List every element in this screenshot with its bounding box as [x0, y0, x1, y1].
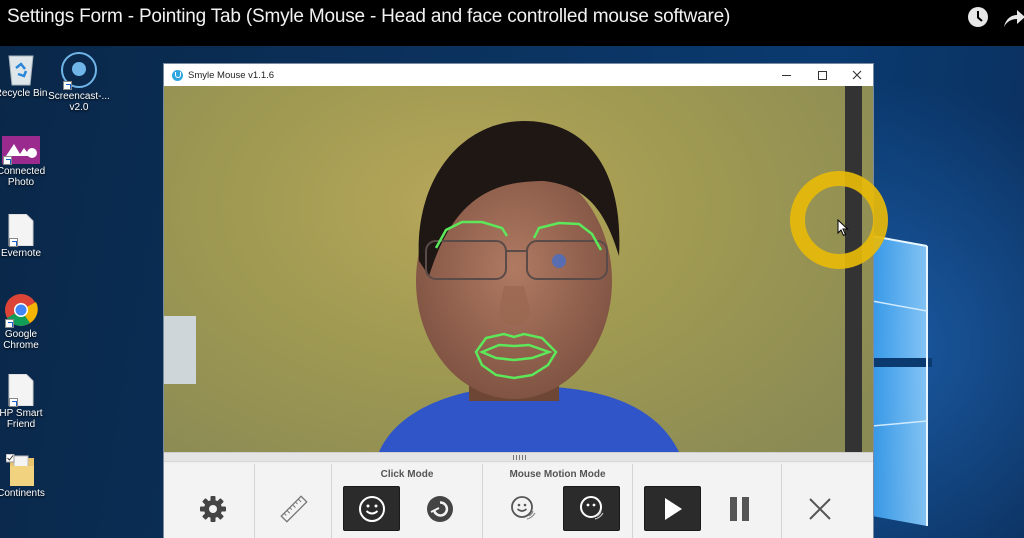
gear-icon: [199, 495, 226, 522]
desktop-icon-google-chrome[interactable]: Google Chrome: [0, 293, 61, 351]
video-title-bar: Settings Form - Pointing Tab (Smyle Mous…: [0, 0, 1024, 46]
video-title: Settings Form - Pointing Tab (Smyle Mous…: [7, 6, 731, 27]
recycle-bin-icon: [8, 55, 34, 86]
play-button[interactable]: [644, 486, 701, 531]
shortcut-arrow-icon: [5, 319, 14, 328]
exit-button[interactable]: [791, 486, 848, 531]
click-mode-section: Click Mode: [332, 464, 483, 538]
desktop-icon-hp-smart-friend[interactable]: HP Smart Friend: [0, 373, 61, 430]
settings-section: [164, 464, 255, 538]
mouse-cursor-icon: [837, 219, 849, 237]
shortcut-arrow-icon: [9, 238, 18, 247]
desktop-icon-connected-photo[interactable]: Connected Photo: [0, 136, 61, 188]
shortcut-arrow-icon: [63, 81, 72, 90]
close-window-button[interactable]: [839, 64, 875, 86]
dwell-icon: [426, 495, 453, 522]
maximize-button[interactable]: [804, 64, 840, 86]
app-logo-icon: [172, 69, 183, 81]
window-title: Smyle Mouse v1.1.6: [188, 69, 275, 81]
smyle-mouse-window: Smyle Mouse v1.1.6 Click Mode Mouse Moti…: [163, 63, 874, 538]
mouse-motion-mode-section: Mouse Motion Mode: [483, 464, 633, 538]
pause-icon: [729, 496, 749, 521]
calibrate-section: [255, 464, 332, 538]
desktop-icon-continents[interactable]: Continents: [0, 453, 61, 499]
screen-edge-strip: [845, 86, 862, 452]
smile-icon: [358, 495, 385, 522]
camera-feed: [164, 86, 873, 452]
camera-image: [164, 86, 862, 452]
shortcut-arrow-icon: [3, 156, 12, 165]
windows-logo: [872, 235, 932, 526]
minimize-icon: [781, 74, 791, 76]
dwell-click-button[interactable]: [411, 486, 468, 531]
panel-splitter[interactable]: [164, 452, 873, 462]
mouse-motion-mode-label: Mouse Motion Mode: [509, 469, 606, 480]
playback-section: [633, 464, 782, 538]
click-mode-label: Click Mode: [380, 469, 434, 480]
close-icon: [808, 497, 831, 520]
settings-button[interactable]: [184, 486, 241, 531]
minimize-button[interactable]: [768, 64, 804, 86]
calibrate-button[interactable]: [265, 486, 322, 531]
maximize-icon: [817, 70, 827, 80]
exit-section: [782, 464, 873, 538]
light-switch: [164, 316, 196, 384]
face-motion-button[interactable]: [495, 486, 552, 531]
splitter-grip-icon[interactable]: [513, 455, 527, 460]
head-motion-icon: [579, 495, 604, 520]
shortcut-arrow-icon: [9, 398, 18, 407]
folder-icon: [5, 453, 34, 486]
desktop-icon-evernote[interactable]: Evernote: [0, 213, 61, 259]
close-icon: [852, 70, 862, 80]
play-icon: [664, 497, 682, 520]
desktop-icon-screencast[interactable]: Screencast-... v2.0: [39, 51, 119, 113]
smile-click-button[interactable]: [343, 486, 400, 531]
pause-button[interactable]: [711, 486, 768, 531]
share-icon[interactable]: [1002, 7, 1024, 29]
clock-icon[interactable]: [967, 6, 989, 28]
smile-motion-icon: [510, 495, 536, 520]
control-toolbar: Click Mode Mouse Motion Mode: [164, 464, 873, 538]
head-motion-button[interactable]: [563, 486, 620, 531]
window-titlebar[interactable]: Smyle Mouse v1.1.6: [164, 64, 873, 86]
ruler-icon: [279, 494, 308, 523]
